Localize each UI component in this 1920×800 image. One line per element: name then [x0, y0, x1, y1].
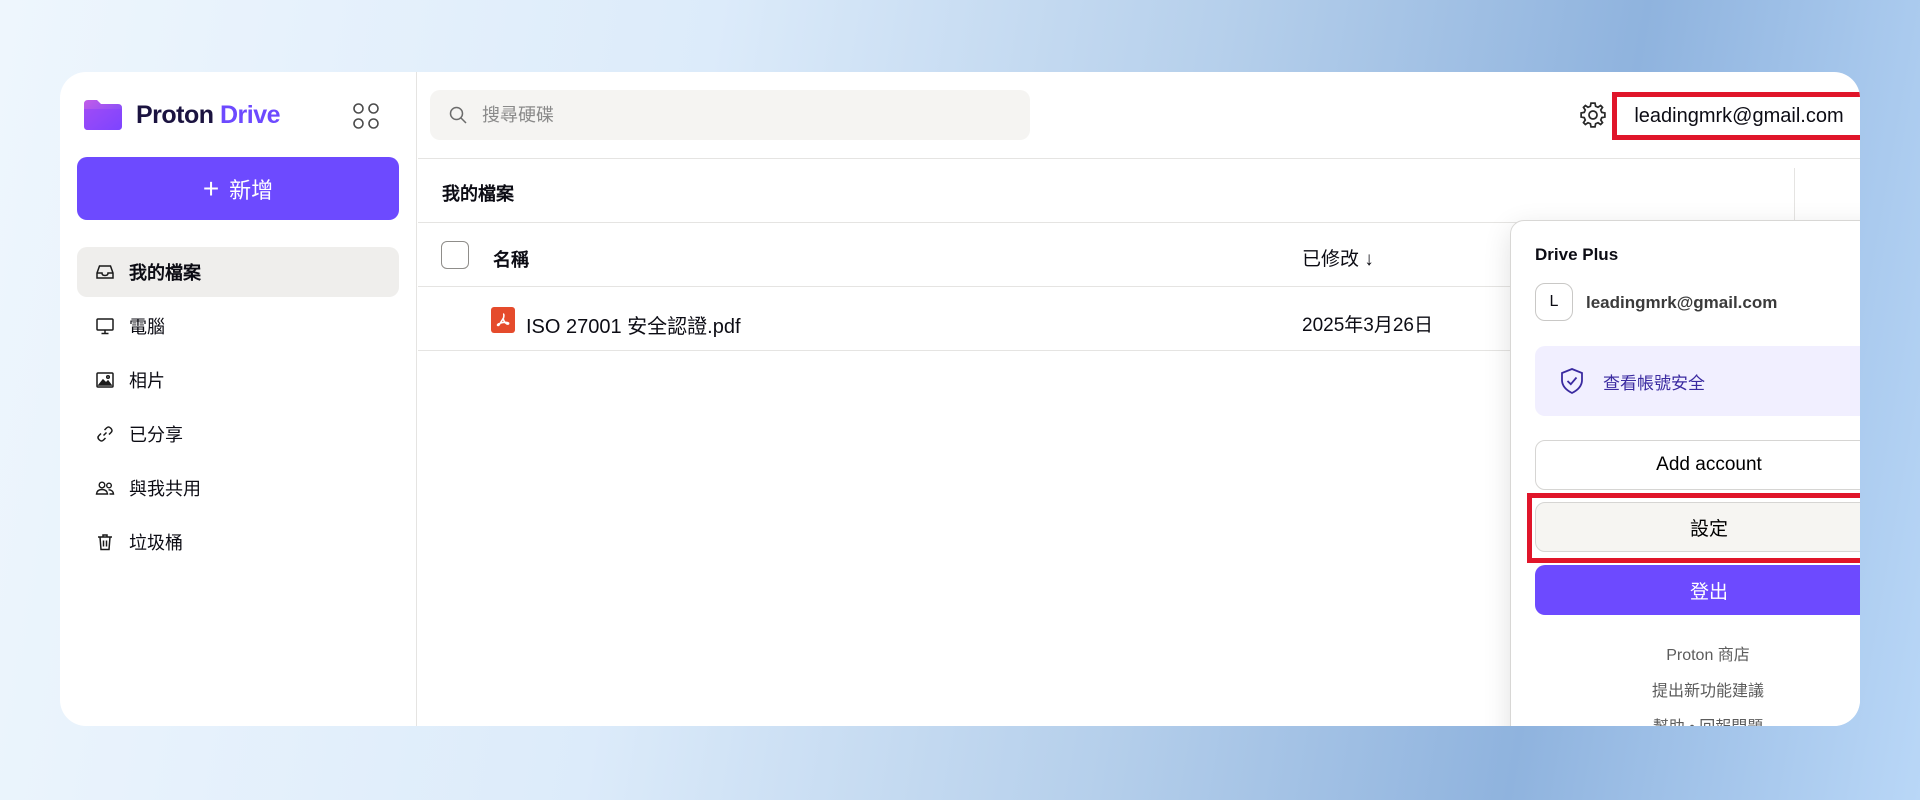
shield-check-icon	[1561, 368, 1583, 395]
settings-button[interactable]: 設定	[1535, 502, 1860, 552]
account-dropdown: Drive Plus L leadingmrk@gmail.com 查看帳號安全…	[1510, 220, 1860, 726]
trash-icon	[98, 534, 112, 551]
account-email-highlight[interactable]: leadingmrk@gmail.com	[1612, 92, 1860, 140]
sidebar-item-my-files[interactable]: 我的檔案	[77, 247, 399, 297]
security-label: 查看帳號安全	[1603, 373, 1705, 393]
table-row[interactable]: ISO 27001 安全認證.pdf 2025年3月26日	[418, 290, 1518, 354]
sign-out-button[interactable]: 登出	[1535, 565, 1860, 615]
view-account-security-button[interactable]: 查看帳號安全	[1535, 346, 1860, 416]
sidebar-item-label: 垃圾桶	[129, 533, 183, 553]
app-window: Proton Drive + 新增 我的檔案 電腦 相片 已分享 與我共用 垃圾…	[60, 72, 1860, 726]
plan-name: Drive Plus	[1535, 245, 1619, 264]
sidebar-item-shared-with-me[interactable]: 與我共用	[77, 463, 399, 513]
link-icon	[97, 426, 113, 442]
file-modified-date: 2025年3月26日	[1302, 315, 1433, 336]
proton-drive-logo[interactable]: Proton Drive	[82, 98, 281, 132]
account-email: leadingmrk@gmail.com	[1634, 104, 1844, 127]
add-account-button[interactable]: Add account	[1535, 440, 1860, 490]
logo-text: Proton Drive	[136, 100, 281, 129]
page-title: 我的檔案	[442, 184, 514, 204]
select-all-checkbox[interactable]	[441, 241, 469, 269]
sidebar-item-photos[interactable]: 相片	[77, 355, 399, 405]
new-button-label: 新增	[229, 177, 274, 203]
sidebar-item-computers[interactable]: 電腦	[77, 301, 399, 351]
search-icon	[449, 106, 467, 124]
search-bar[interactable]	[430, 90, 1030, 140]
sidebar-item-label: 我的檔案	[129, 263, 201, 283]
gear-icon[interactable]	[1578, 100, 1608, 130]
feature-request-link[interactable]: 提出新功能建議	[1511, 677, 1860, 701]
help-report-link[interactable]: 幫助 • 回報問題	[1511, 713, 1860, 726]
users-icon	[95, 481, 115, 495]
dropdown-email: leadingmrk@gmail.com	[1586, 293, 1778, 312]
sidebar-item-label: 已分享	[129, 425, 183, 445]
plus-icon: +	[202, 172, 220, 204]
sidebar-item-trash[interactable]: 垃圾桶	[77, 517, 399, 567]
pdf-icon	[491, 307, 515, 333]
inbox-icon	[96, 265, 114, 279]
sidebar-item-shared[interactable]: 已分享	[77, 409, 399, 459]
sidebar-item-label: 相片	[129, 371, 165, 391]
sidebar-nav: 我的檔案 電腦 相片 已分享 與我共用 垃圾桶	[77, 247, 399, 571]
proton-shop-link[interactable]: Proton 商店	[1511, 641, 1860, 665]
sidebar-item-label: 與我共用	[129, 479, 201, 499]
sidebar: Proton Drive + 新增 我的檔案 電腦 相片 已分享 與我共用 垃圾…	[60, 72, 417, 726]
file-name: ISO 27001 安全認證.pdf	[526, 316, 741, 338]
sidebar-item-label: 電腦	[129, 317, 165, 337]
column-header-name[interactable]: 名稱	[493, 246, 529, 272]
avatar: L	[1535, 283, 1573, 321]
apps-grid-icon[interactable]	[352, 102, 380, 130]
search-input[interactable]	[482, 104, 1002, 126]
new-button[interactable]: + 新增	[77, 157, 399, 220]
folder-logo-icon	[82, 98, 124, 132]
column-header-modified[interactable]: 已修改 ↓	[1302, 244, 1374, 271]
header-divider	[418, 158, 1860, 159]
image-icon	[96, 372, 114, 388]
monitor-icon	[96, 318, 114, 335]
